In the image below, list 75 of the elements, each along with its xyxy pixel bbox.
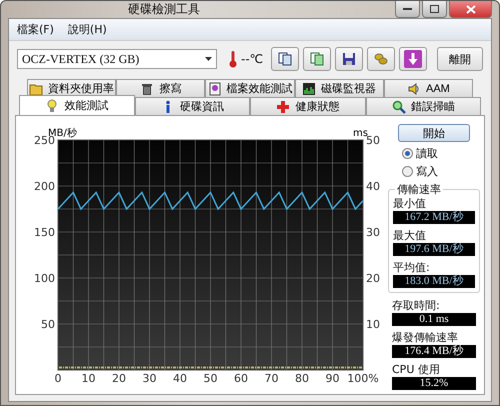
tick-label: 80 <box>295 372 309 385</box>
copy-button[interactable] <box>303 47 331 71</box>
tab[interactable]: 檔案效能測試 <box>205 79 295 97</box>
window-title: 硬碟檢測工具 <box>127 1 200 18</box>
tick-label: 60 <box>234 372 248 385</box>
tick-label: 20 <box>366 272 380 285</box>
drive-dropdown[interactable]: OCZ-VERTEX (32 GB) <box>17 49 217 69</box>
stat-label: 存取時間: <box>392 298 441 313</box>
minimize-icon <box>403 8 412 10</box>
stat-value: 15.2% <box>392 377 476 390</box>
tab[interactable]: 效能測試 <box>19 95 134 115</box>
radio-option[interactable]: 寫入 <box>388 163 480 180</box>
tab[interactable]: 錯誤掃瞄 <box>366 97 481 115</box>
copy-icon <box>278 52 292 66</box>
start-button[interactable]: 開始 <box>398 124 470 142</box>
exit-button[interactable]: 離開 <box>437 47 483 71</box>
close-button[interactable] <box>449 1 492 18</box>
tick-label: 150 <box>34 226 55 239</box>
coins-button[interactable] <box>367 47 395 71</box>
tab[interactable]: 健康狀態 <box>250 97 366 115</box>
group-title: 傳輸速率 <box>395 182 443 197</box>
tick-label: 90 <box>326 372 340 385</box>
tab[interactable]: AAM <box>384 79 474 97</box>
tick-label: 200 <box>34 180 55 193</box>
bulb-icon <box>45 98 60 112</box>
minimize-button[interactable] <box>395 1 420 18</box>
tick-label: 40 <box>173 372 187 385</box>
stat-value: 0.1 ms <box>392 313 476 326</box>
trash-icon <box>140 82 154 96</box>
download-button[interactable] <box>399 47 427 71</box>
stat-value: 167.2 MB/秒 <box>393 211 475 224</box>
maximize-icon <box>430 5 439 13</box>
tick-label: 40 <box>366 180 380 193</box>
save-button[interactable] <box>335 47 363 71</box>
tick-label: 70 <box>264 372 278 385</box>
menu-item[interactable]: 檔案(F) <box>17 22 54 37</box>
tick-label: 50 <box>41 318 55 331</box>
caret-icon <box>205 57 212 61</box>
copy-icon <box>310 52 324 66</box>
tick-label: 10 <box>366 318 380 331</box>
close-icon <box>466 4 476 14</box>
file-icon <box>208 82 222 96</box>
tab[interactable]: 擦寫 <box>116 79 206 97</box>
copy-button[interactable] <box>271 47 299 71</box>
radio-option[interactable]: 讀取 <box>388 145 480 162</box>
stat-label: 平均值: <box>393 260 431 275</box>
search-icon <box>392 100 406 114</box>
tab[interactable]: 硬碟資訊 <box>134 97 250 115</box>
stat-value: 176.4 MB/秒 <box>392 345 476 358</box>
tick-label: 100% <box>347 372 379 385</box>
tick-label: 30 <box>366 226 380 239</box>
medical-cross-icon <box>276 100 290 114</box>
stat-label: 爆發傳輸速率 <box>392 330 459 345</box>
tick-label: 10 <box>82 372 96 385</box>
tick-label: 100 <box>34 272 55 285</box>
stat-value: 183.0 MB/秒 <box>393 275 475 288</box>
tab[interactable]: 磁碟監視器 <box>294 79 384 97</box>
thermometer-icon <box>229 50 237 68</box>
coins-icon <box>374 52 388 66</box>
floppy-icon <box>342 52 356 66</box>
bar-chart-icon <box>302 82 316 96</box>
tick-label: 20 <box>112 372 126 385</box>
tick-label: 30 <box>142 372 156 385</box>
tick-label: 0 <box>54 372 62 385</box>
stat-label: 最小值 <box>393 196 427 211</box>
stat-value: 197.6 MB/秒 <box>393 243 475 256</box>
tick-label: 50 <box>204 372 218 385</box>
axis-label: ms <box>353 128 368 139</box>
menu-item[interactable]: 說明(H) <box>68 22 107 37</box>
stat-label: CPU 使用 <box>392 362 441 377</box>
speaker-icon <box>406 82 421 96</box>
maximize-button[interactable] <box>422 1 447 18</box>
temperature-readout: --℃ <box>241 52 264 66</box>
stat-label: 最大值 <box>393 228 427 243</box>
tick-label: 50 <box>366 134 380 147</box>
